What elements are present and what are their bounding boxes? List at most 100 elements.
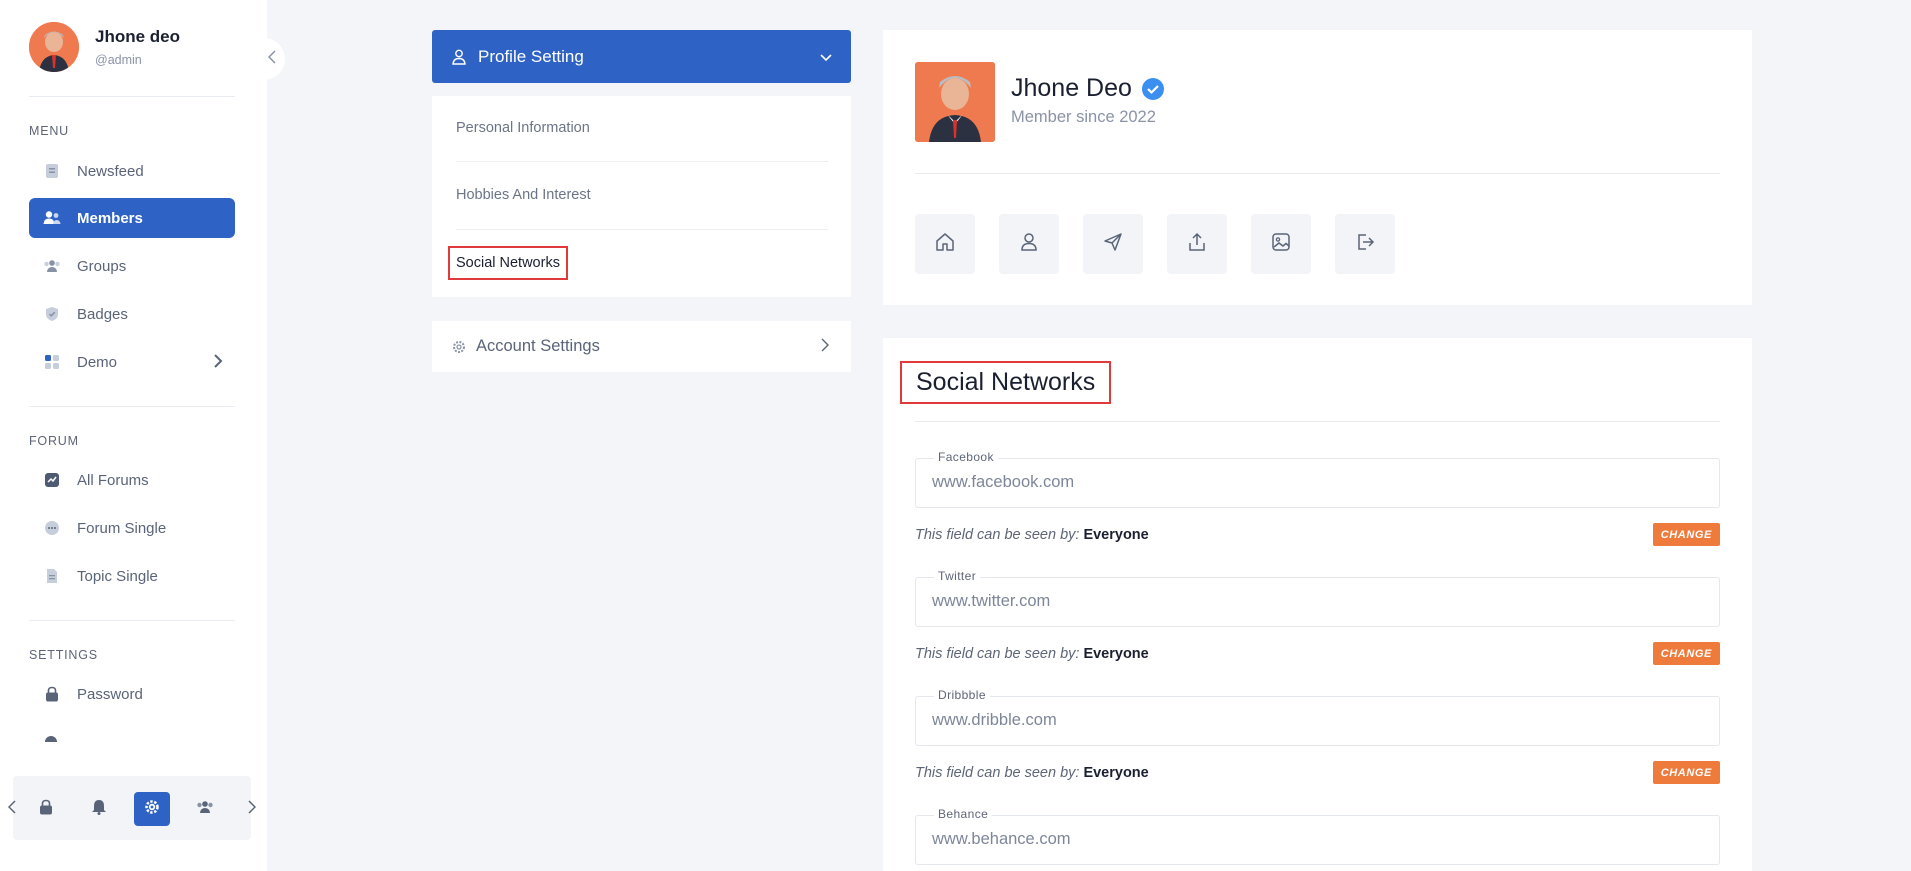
sidebar-item-newsfeed[interactable]: Newsfeed [29, 151, 235, 191]
sidebar-item-partial [45, 736, 57, 742]
home-button[interactable] [915, 214, 975, 274]
profile-avatar[interactable] [915, 62, 995, 142]
visibility-note: This field can be seen by: Everyone CHAN… [915, 523, 1720, 547]
submenu-item-personal-information[interactable]: Personal Information [456, 120, 828, 136]
verified-icon [1141, 77, 1164, 100]
sidebar-item-badges[interactable]: Badges [29, 294, 235, 334]
image-button[interactable] [1251, 214, 1311, 274]
sidebar-item-label: All Forums [77, 471, 149, 489]
dribbble-input[interactable]: Dribbble www.dribble.com [915, 688, 1720, 746]
bell-icon [91, 799, 107, 820]
visibility-value: Everyone [1083, 527, 1149, 543]
home-icon [935, 232, 955, 257]
user-info: Jhone deo @admin [29, 22, 180, 72]
visibility-note: This field can be seen by: Everyone CHAN… [915, 761, 1720, 785]
sidebar-item-label: Groups [77, 257, 127, 275]
social-networks-card: Social Networks Facebook www.facebook.co… [883, 338, 1752, 871]
change-visibility-button[interactable]: CHANGE [1652, 523, 1720, 546]
forums-icon [43, 471, 61, 489]
divider [29, 96, 235, 97]
field-value: www.twitter.com [932, 592, 1051, 610]
sidebar-item-label: Topic Single [77, 567, 158, 585]
settings-section-label: SETTINGS [29, 648, 98, 662]
upload-button[interactable] [1167, 214, 1227, 274]
visibility-prefix: This field can be seen by: [915, 765, 1080, 781]
user-handle: @admin [95, 53, 142, 67]
chevron-left-icon[interactable] [7, 800, 16, 819]
user-icon [1019, 232, 1039, 257]
member-since: Member since 2022 [1011, 108, 1156, 126]
lock-icon [39, 799, 53, 820]
sidebar-item-demo[interactable]: Demo [29, 342, 235, 382]
change-visibility-button[interactable]: CHANGE [1652, 642, 1720, 665]
submenu-item-hobbies[interactable]: Hobbies And Interest [456, 187, 828, 203]
logout-button[interactable] [1335, 214, 1395, 274]
sidebar-item-label: Members [77, 209, 143, 227]
behance-field: Behance www.behance.com [915, 807, 1720, 865]
visibility-prefix: This field can be seen by: [915, 527, 1080, 543]
field-value: www.dribble.com [932, 711, 1057, 729]
profile-setting-label: Profile Setting [478, 46, 584, 66]
facebook-field: Facebook www.facebook.com This field can… [915, 450, 1720, 547]
send-icon [1103, 232, 1123, 257]
quick-actions-bar [7, 776, 257, 840]
profile-button[interactable] [999, 214, 1059, 274]
sidebar: Jhone deo @admin MENU Newsfeed Members G… [0, 0, 267, 871]
field-label: Twitter [934, 569, 981, 583]
section-title: Social Networks [900, 361, 1112, 404]
account-settings-toggle[interactable]: Account Settings [432, 321, 851, 372]
visibility-value: Everyone [1083, 765, 1149, 781]
twitter-field: Twitter www.twitter.com This field can b… [915, 569, 1720, 666]
divider [29, 620, 235, 621]
settings-button[interactable] [134, 792, 170, 826]
sidebar-item-groups[interactable]: Groups [29, 246, 235, 286]
sidebar-item-all-forums[interactable]: All Forums [29, 460, 235, 500]
settings-icon [144, 799, 160, 820]
divider [456, 161, 828, 162]
profile-setting-submenu: Personal Information Hobbies And Interes… [432, 96, 851, 297]
sidebar-item-forum-single[interactable]: Forum Single [29, 508, 235, 548]
sidebar-item-label: Demo [77, 353, 118, 371]
facebook-input[interactable]: Facebook www.facebook.com [915, 450, 1720, 508]
field-value: www.facebook.com [932, 473, 1075, 491]
chevron-right-icon[interactable] [248, 800, 257, 819]
forum-section-label: FORUM [29, 434, 79, 448]
twitter-input[interactable]: Twitter www.twitter.com [915, 569, 1720, 627]
gear-icon [452, 340, 466, 354]
chevron-left-icon [267, 49, 276, 69]
lock-button[interactable] [28, 792, 64, 826]
chevron-right-icon [821, 338, 829, 357]
submenu-item-social-networks[interactable]: Social Networks [448, 246, 568, 280]
notifications-button[interactable] [81, 792, 117, 826]
visibility-value: Everyone [1083, 646, 1149, 662]
logout-icon [1355, 232, 1375, 257]
divider [456, 229, 828, 230]
sidebar-item-label: Password [77, 685, 143, 703]
field-label: Facebook [934, 450, 998, 464]
chevron-down-icon [819, 48, 833, 68]
field-label: Dribbble [934, 688, 990, 702]
users-button[interactable] [187, 792, 223, 826]
lock-icon [43, 685, 61, 703]
sidebar-item-label: Badges [77, 305, 128, 323]
send-button[interactable] [1083, 214, 1143, 274]
avatar[interactable] [29, 22, 79, 72]
divider [915, 421, 1720, 422]
members-icon [43, 209, 61, 227]
user-icon [452, 49, 466, 65]
chevron-right-icon [213, 354, 223, 372]
profile-card: Jhone Deo Member since 2022 [883, 30, 1752, 305]
sidebar-item-members[interactable]: Members [29, 198, 235, 238]
demo-icon [43, 353, 61, 371]
forum-single-icon [43, 519, 61, 537]
change-visibility-button[interactable]: CHANGE [1652, 761, 1720, 784]
sidebar-item-password[interactable]: Password [29, 674, 235, 714]
collapse-sidebar-button[interactable] [259, 38, 285, 80]
sidebar-item-topic-single[interactable]: Topic Single [29, 556, 235, 596]
profile-setting-toggle[interactable]: Profile Setting [432, 30, 851, 83]
upload-icon [1187, 232, 1207, 257]
users-icon [196, 800, 214, 819]
visibility-prefix: This field can be seen by: [915, 646, 1080, 662]
topic-icon [43, 567, 61, 585]
behance-input[interactable]: Behance www.behance.com [915, 807, 1720, 865]
